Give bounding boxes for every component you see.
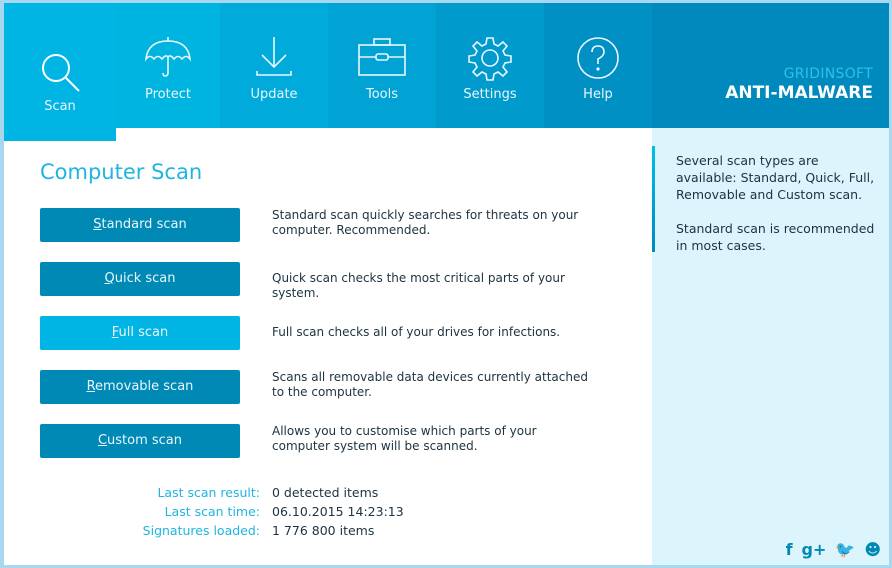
brand-sub: GRIDINSOFT xyxy=(783,66,873,82)
scan-description: Scans all removable data devices current… xyxy=(272,370,588,399)
stat-label: Signatures loaded: xyxy=(142,523,260,538)
scan-button[interactable]: Full scan xyxy=(40,316,240,350)
smiley-icon[interactable]: ☻ xyxy=(864,540,881,559)
scan-button[interactable]: Quick scan xyxy=(40,262,240,296)
scan-button[interactable]: Custom scan xyxy=(40,424,240,458)
main-panel: Computer Scan Standard scan Standard scan… xyxy=(4,128,652,565)
tab-update[interactable]: Update xyxy=(220,3,328,128)
stat-value: 1 776 800 items xyxy=(272,523,375,538)
tab-help[interactable]: Help xyxy=(544,3,652,128)
umbrella-icon xyxy=(143,33,193,83)
scan-button[interactable]: Standard scan xyxy=(40,208,240,242)
tab-label: Scan xyxy=(44,99,76,114)
mnemonic: F xyxy=(111,325,119,340)
search-icon xyxy=(35,47,85,97)
tab-label: Update xyxy=(250,87,298,102)
facebook-icon[interactable]: f xyxy=(786,540,793,559)
tab-protect[interactable]: Protect xyxy=(116,3,220,128)
google-plus-icon[interactable]: g+ xyxy=(802,540,827,559)
button-label: ull scan xyxy=(118,325,169,340)
stat-label: Last scan result: xyxy=(157,485,260,500)
tab-label: Settings xyxy=(463,87,517,102)
page-title: Computer Scan xyxy=(40,160,203,184)
button-label: ustom scan xyxy=(107,433,183,448)
tab-tools[interactable]: Tools xyxy=(328,3,436,128)
scan-button[interactable]: Removable scan xyxy=(40,370,240,404)
tab-label: Tools xyxy=(365,87,399,102)
app-window: Scan Protect Update Tools Settings Help GRIDI… xyxy=(4,3,889,565)
brand-main: ANTI-MALWARE xyxy=(725,83,873,103)
tab-settings[interactable]: Settings xyxy=(436,3,544,128)
info-text: Several scan types are available: Standa… xyxy=(676,152,881,271)
mnemonic: Q xyxy=(104,271,115,286)
social-links: f g+ 🐦 ☻ xyxy=(786,540,881,559)
toolbox-icon xyxy=(357,33,407,83)
info-sidebar: Several scan types are available: Standa… xyxy=(652,128,889,565)
gear-icon xyxy=(465,33,515,83)
download-icon xyxy=(249,33,299,83)
tab-scan[interactable]: Scan xyxy=(4,3,116,141)
button-label: emovable scan xyxy=(95,379,194,394)
mnemonic: S xyxy=(93,217,102,232)
button-label: uick scan xyxy=(114,271,176,286)
twitter-icon[interactable]: 🐦 xyxy=(835,540,855,559)
tab-label: Help xyxy=(583,87,613,102)
scan-description: Standard scan quickly searches for threa… xyxy=(272,208,579,237)
brand-logo: GRIDINSOFT ANTI-MALWARE xyxy=(652,3,889,128)
mnemonic: R xyxy=(86,379,96,394)
mnemonic: C xyxy=(97,433,108,448)
info-paragraph: Several scan types are available: Standa… xyxy=(676,153,875,202)
stat-value: 0 detected items xyxy=(272,485,379,500)
stat-label: Last scan time: xyxy=(164,504,260,519)
tab-label: Protect xyxy=(145,87,191,102)
scan-description: Full scan checks all of your drives for … xyxy=(272,325,561,339)
accent-bar xyxy=(652,146,655,252)
button-label: tandard scan xyxy=(101,217,187,232)
stat-value: 06.10.2015 14:23:13 xyxy=(272,504,404,519)
scan-description: Allows you to customise which parts of y… xyxy=(272,424,537,453)
help-circle-icon xyxy=(573,33,623,83)
scan-description: Quick scan checks the most critical part… xyxy=(272,271,565,300)
info-paragraph: Standard scan is recommended in most cas… xyxy=(676,221,875,253)
